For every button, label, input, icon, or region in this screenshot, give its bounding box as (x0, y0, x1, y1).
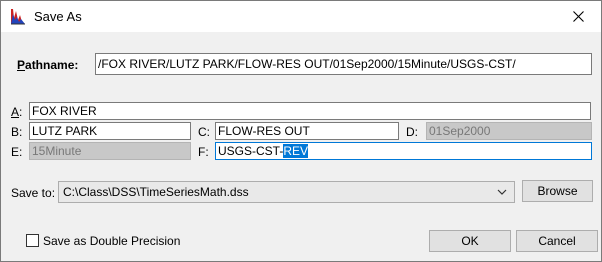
title-bar: Save As (1, 1, 601, 32)
part-e-label: E: (11, 145, 23, 159)
part-f-field[interactable]: USGS-CST-REV (215, 142, 592, 160)
window-title: Save As (34, 9, 82, 24)
part-d-label: D: (406, 125, 418, 139)
double-precision-label: Save as Double Precision (43, 234, 181, 248)
part-c-label: C: (198, 125, 210, 139)
part-f-text: USGS-CST- (218, 144, 284, 158)
pathname-label: Pathname: (17, 58, 79, 72)
part-f-label: F: (198, 145, 209, 159)
part-b-field[interactable]: LUTZ PARK (29, 122, 191, 140)
part-a-label: A: (11, 105, 23, 119)
part-c-field[interactable]: FLOW-RES OUT (215, 122, 399, 140)
part-b-label: B: (11, 125, 23, 139)
app-icon (11, 9, 25, 25)
close-button[interactable] (555, 1, 601, 32)
chevron-down-icon (497, 189, 507, 195)
cancel-button[interactable]: Cancel (516, 230, 598, 252)
save-to-value: C:\Class\DSS\TimeSeriesMath.dss (63, 185, 249, 199)
save-to-combo[interactable]: C:\Class\DSS\TimeSeriesMath.dss (58, 181, 515, 203)
ok-button[interactable]: OK (429, 230, 511, 252)
browse-button[interactable]: Browse (522, 180, 593, 202)
double-precision-checkbox[interactable] (26, 234, 39, 247)
part-a-field[interactable]: FOX RIVER (29, 102, 591, 120)
part-e-field: 15Minute (29, 142, 191, 160)
save-to-label: Save to: (11, 186, 56, 200)
close-icon (572, 11, 584, 22)
save-as-dialog: Save As Pathname: /FOX RIVER/LUTZ PARK/F… (0, 0, 602, 262)
part-f-selected-text: REV (283, 144, 309, 158)
part-d-field: 01Sep2000 (426, 122, 592, 140)
pathname-field[interactable]: /FOX RIVER/LUTZ PARK/FLOW-RES OUT/01Sep2… (95, 53, 592, 75)
